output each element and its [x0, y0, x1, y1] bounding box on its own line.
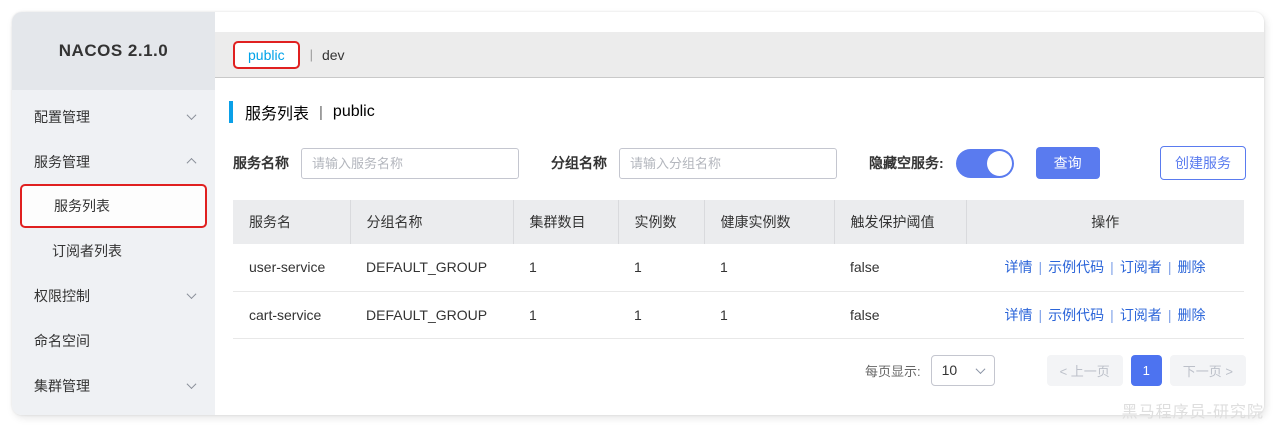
table-row: cart-service DEFAULT_GROUP 1 1 1 false 详… — [233, 291, 1244, 338]
page-title-divider: | — [319, 104, 323, 121]
sidebar: NACOS 2.1.0 配置管理 服务管理 服务列表 订阅者列表 权限控制 — [12, 12, 215, 415]
col-header-instance-count: 实例数 — [618, 200, 704, 244]
namespace-tab-public[interactable]: public — [233, 41, 300, 69]
sidebar-item-label: 权限控制 — [34, 286, 90, 306]
sidebar-item-service-management[interactable]: 服务管理 — [12, 139, 215, 184]
app-window: NACOS 2.1.0 配置管理 服务管理 服务列表 订阅者列表 权限控制 — [12, 12, 1264, 415]
col-header-cluster-count: 集群数目 — [513, 200, 618, 244]
hide-empty-service-label: 隐藏空服务: — [869, 153, 944, 173]
action-separator: | — [1039, 259, 1043, 275]
cell-protect-threshold: false — [834, 291, 966, 338]
service-name-label: 服务名称 — [233, 153, 289, 173]
delete-link[interactable]: 删除 — [1177, 307, 1205, 323]
next-page-button[interactable]: 下一页 > — [1170, 355, 1246, 386]
toggle-knob-icon — [987, 151, 1012, 176]
chevron-down-icon — [187, 289, 197, 299]
chevron-down-icon — [187, 110, 197, 120]
sidebar-item-label: 服务列表 — [54, 196, 110, 216]
query-button[interactable]: 查询 — [1036, 147, 1100, 179]
col-header-healthy-count: 健康实例数 — [704, 200, 834, 244]
filter-row: 服务名称 分组名称 隐藏空服务: 查询 创建服务 — [215, 146, 1264, 180]
col-header-service-name: 服务名 — [233, 200, 350, 244]
cell-service-name: cart-service — [233, 291, 350, 338]
cell-operations: 详情 | 示例代码 | 订阅者 | 删除 — [966, 244, 1244, 291]
chevron-down-icon — [975, 364, 985, 374]
action-separator: | — [1168, 259, 1172, 275]
sidebar-item-service-list[interactable]: 服务列表 — [22, 186, 205, 226]
sidebar-item-config-management[interactable]: 配置管理 — [12, 94, 215, 139]
cell-healthy-count: 1 — [704, 291, 834, 338]
sidebar-item-subscriber-list[interactable]: 订阅者列表 — [12, 228, 215, 273]
action-separator: | — [1168, 307, 1172, 323]
page-size-label: 每页显示: — [865, 361, 921, 380]
sidebar-item-label: 命名空间 — [34, 331, 90, 351]
prev-page-button[interactable]: < 上一页 — [1047, 355, 1123, 386]
detail-link[interactable]: 详情 — [1005, 307, 1033, 323]
service-name-input[interactable] — [301, 148, 519, 179]
subscriber-link[interactable]: 订阅者 — [1120, 259, 1162, 275]
main-content: public | dev 服务列表 | public 服务名称 分组名称 隐藏空… — [215, 12, 1264, 415]
table-header-row: 服务名 分组名称 集群数目 实例数 健康实例数 触发保护阈值 操作 — [233, 200, 1244, 244]
sidebar-item-label: 配置管理 — [34, 107, 90, 127]
sidebar-item-permission-control[interactable]: 权限控制 — [12, 273, 215, 318]
chevron-up-icon — [187, 158, 197, 168]
sample-code-link[interactable]: 示例代码 — [1048, 259, 1104, 275]
namespace-divider: | — [310, 47, 313, 62]
col-header-group-name: 分组名称 — [350, 200, 513, 244]
sidebar-menu: 配置管理 服务管理 服务列表 订阅者列表 权限控制 命名空间 — [12, 90, 215, 408]
page-size-value: 10 — [942, 362, 958, 378]
cell-protect-threshold: false — [834, 244, 966, 291]
create-service-button[interactable]: 创建服务 — [1160, 146, 1246, 180]
hide-empty-service-toggle[interactable] — [956, 149, 1014, 178]
service-table: 服务名 分组名称 集群数目 实例数 健康实例数 触发保护阈值 操作 user-s… — [233, 200, 1244, 339]
sidebar-item-namespace[interactable]: 命名空间 — [12, 318, 215, 363]
title-accent-bar — [229, 101, 233, 123]
col-header-protect-threshold: 触发保护阈值 — [834, 200, 966, 244]
chevron-down-icon — [187, 379, 197, 389]
action-separator: | — [1039, 307, 1043, 323]
cell-group-name: DEFAULT_GROUP — [350, 244, 513, 291]
watermark-text: 黑马程序员-研究院 — [1122, 398, 1264, 422]
sidebar-item-label: 订阅者列表 — [52, 241, 122, 261]
detail-link[interactable]: 详情 — [1005, 259, 1033, 275]
page-title-namespace: public — [333, 103, 375, 121]
current-page-button[interactable]: 1 — [1131, 355, 1162, 386]
group-name-input[interactable] — [619, 148, 837, 179]
action-separator: | — [1110, 307, 1114, 323]
cell-instance-count: 1 — [618, 244, 704, 291]
group-name-label: 分组名称 — [551, 153, 607, 173]
cell-service-name: user-service — [233, 244, 350, 291]
table-row: user-service DEFAULT_GROUP 1 1 1 false 详… — [233, 244, 1244, 291]
col-header-operations: 操作 — [966, 200, 1244, 244]
cell-group-name: DEFAULT_GROUP — [350, 291, 513, 338]
delete-link[interactable]: 删除 — [1177, 259, 1205, 275]
cell-instance-count: 1 — [618, 291, 704, 338]
namespace-tab-dev[interactable]: dev — [322, 47, 345, 63]
subscriber-link[interactable]: 订阅者 — [1120, 307, 1162, 323]
cell-healthy-count: 1 — [704, 244, 834, 291]
pagination-bar: 每页显示: 10 < 上一页 1 下一页 > — [215, 355, 1246, 386]
action-separator: | — [1110, 259, 1114, 275]
annotation-box-service-list: 服务列表 — [20, 184, 207, 228]
cell-cluster-count: 1 — [513, 291, 618, 338]
page-size-select[interactable]: 10 — [931, 355, 995, 386]
sidebar-header: NACOS 2.1.0 — [12, 12, 215, 90]
sample-code-link[interactable]: 示例代码 — [1048, 307, 1104, 323]
page-title: 服务列表 — [245, 100, 309, 124]
namespace-bar: public | dev — [215, 32, 1264, 78]
cell-operations: 详情 | 示例代码 | 订阅者 | 删除 — [966, 291, 1244, 338]
cell-cluster-count: 1 — [513, 244, 618, 291]
sidebar-item-cluster-management[interactable]: 集群管理 — [12, 363, 215, 408]
sidebar-item-label: 服务管理 — [34, 152, 90, 172]
app-title: NACOS 2.1.0 — [59, 41, 168, 61]
sidebar-item-label: 集群管理 — [34, 376, 90, 396]
page-title-row: 服务列表 | public — [229, 100, 1264, 124]
